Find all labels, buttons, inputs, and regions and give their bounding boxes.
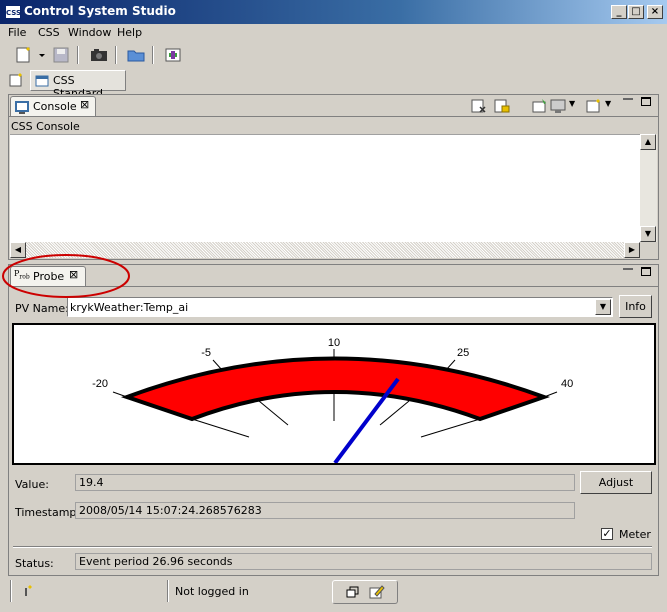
- new-wizard-icon[interactable]: [14, 45, 36, 65]
- open-perspective-icon[interactable]: [8, 72, 24, 88]
- probe-view: Prob Probe ⊠ PV Name: krykWeather:Temp_a…: [8, 264, 659, 576]
- app-icon: CSS: [5, 5, 21, 19]
- minimize-button[interactable]: _: [611, 5, 627, 19]
- info-button[interactable]: Info: [619, 295, 652, 318]
- perspective-icon: [34, 73, 50, 89]
- status-field: Event period 26.96 seconds: [75, 553, 652, 570]
- camera-icon[interactable]: [88, 45, 110, 65]
- meter-checkbox[interactable]: ✓: [601, 528, 613, 540]
- meter-svg: -20 -5 10 25 40: [92, 337, 573, 465]
- meter-scale-label: 25: [457, 347, 469, 359]
- meter-scale-label: 40: [561, 378, 573, 390]
- pv-dropdown-icon[interactable]: ▼: [595, 299, 611, 315]
- maximize-button[interactable]: □: [628, 5, 644, 19]
- meter-tick-major: [212, 359, 223, 371]
- scroll-down-icon[interactable]: ▼: [640, 226, 656, 242]
- timestamp-label: Timestamp:: [15, 506, 81, 519]
- pv-name-label: PV Name:: [15, 302, 69, 315]
- display-dropdown-icon[interactable]: ▼: [569, 99, 575, 108]
- clear-console-icon[interactable]: [471, 98, 487, 114]
- pin-console-icon[interactable]: [532, 98, 548, 114]
- minimize-view-icon[interactable]: [623, 98, 633, 100]
- timestamp-field: 2008/05/14 15:07:24.268576283: [75, 502, 575, 519]
- menu-css[interactable]: CSS: [38, 26, 60, 39]
- console-header: CSS Console: [11, 120, 80, 133]
- meter-tick-major: [112, 391, 128, 398]
- value-field: 19.4: [75, 474, 575, 491]
- adjust-button[interactable]: Adjust: [580, 471, 652, 494]
- meter-scale-label: -20: [92, 378, 108, 390]
- separator: [13, 546, 652, 548]
- maximize-view-icon[interactable]: [641, 267, 651, 276]
- open-dropdown-icon[interactable]: ▼: [605, 99, 611, 108]
- trim-stack: [332, 580, 398, 604]
- meter-tick-minor: [258, 400, 289, 426]
- console-vscrollbar[interactable]: ▲ ▼: [640, 134, 657, 242]
- new-dropdown-icon[interactable]: [36, 45, 48, 65]
- menu-help[interactable]: Help: [117, 26, 142, 39]
- value-text: 19.4: [79, 476, 104, 489]
- login-status: Not logged in: [175, 585, 249, 598]
- scroll-right-icon[interactable]: ▶: [624, 242, 640, 258]
- menu-window[interactable]: Window: [68, 26, 111, 39]
- minimize-view-icon[interactable]: [623, 268, 633, 270]
- meter-arc: [121, 356, 550, 422]
- console-text-area[interactable]: [10, 134, 657, 242]
- scroll-up-icon[interactable]: ▲: [640, 134, 656, 150]
- window-title: Control System Studio: [24, 4, 176, 18]
- title-bar: CSS Control System Studio _ □ ×: [0, 0, 667, 24]
- meter-tick-minor: [379, 400, 410, 426]
- meter-scale-label: -5: [201, 347, 211, 359]
- status-label: Status:: [15, 557, 54, 570]
- maximize-view-icon[interactable]: [641, 97, 651, 106]
- console-icon: [14, 99, 30, 115]
- open-folder-icon[interactable]: [125, 45, 147, 65]
- display-console-icon[interactable]: [550, 98, 566, 114]
- console-tab-label: Console: [33, 100, 77, 113]
- highlight-ellipse: [2, 254, 130, 298]
- meter-tick-minor: [191, 418, 250, 438]
- value-label: Value:: [15, 478, 49, 491]
- restore-icon[interactable]: [345, 584, 361, 600]
- console-view: Console ⊠ ▼ ▼ CSS Console ▲ ▼ ◀ ▶: [8, 94, 659, 260]
- meter-scale-label: 10: [328, 337, 340, 349]
- status-bar: Not logged in: [0, 578, 667, 612]
- plugin-icon[interactable]: [162, 45, 184, 65]
- open-console-icon[interactable]: [586, 98, 602, 114]
- meter-tick-minor: [420, 418, 481, 438]
- perspective-tab-css-standard[interactable]: CSS Standard: [30, 70, 126, 100]
- menu-file[interactable]: File: [8, 26, 26, 39]
- status-text: Event period 26.96 seconds: [79, 555, 233, 568]
- tab-console[interactable]: Console ⊠: [10, 96, 96, 116]
- menu-bar: File CSS Window Help: [0, 24, 667, 42]
- timestamp-text: 2008/05/14 15:07:24.268576283: [79, 504, 262, 517]
- meter-checkbox-label[interactable]: Meter: [619, 528, 651, 541]
- scroll-lock-icon[interactable]: [494, 98, 510, 114]
- edit-icon[interactable]: [369, 584, 385, 600]
- fast-view-icon[interactable]: [22, 583, 38, 599]
- close-button[interactable]: ×: [647, 5, 663, 19]
- save-icon[interactable]: [51, 45, 73, 65]
- pv-name-combo[interactable]: krykWeather:Temp_ai ▼: [67, 297, 613, 317]
- close-icon[interactable]: ⊠: [80, 98, 89, 111]
- meter-tick-major: [543, 391, 558, 398]
- meter-widget: -20 -5 10 25 40: [12, 323, 656, 465]
- pv-name-value: krykWeather:Temp_ai: [70, 301, 189, 314]
- main-toolbar: [0, 42, 667, 68]
